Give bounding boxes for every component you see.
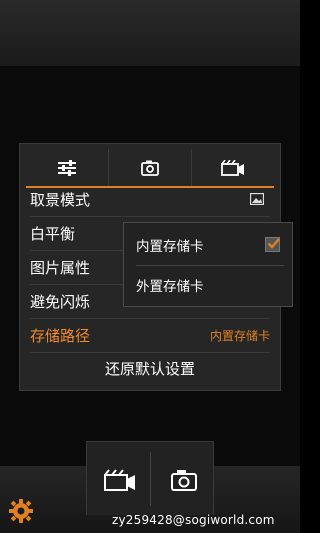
video-camera-icon xyxy=(104,469,135,491)
checkbox-checked-icon[interactable] xyxy=(265,237,280,252)
storage-option-internal[interactable]: 内置存储卡 xyxy=(136,225,284,266)
storage-option-external[interactable]: 外置存储卡 xyxy=(136,265,284,305)
restore-defaults-button[interactable]: 还原默认设置 xyxy=(30,350,270,386)
capture-mode-switcher xyxy=(86,441,214,515)
storage-location-menu: 内置存储卡 外置存储卡 xyxy=(123,222,293,307)
settings-gear-icon[interactable] xyxy=(8,498,34,524)
video-camera-icon xyxy=(221,160,244,176)
setting-label: 取景模式 xyxy=(30,190,91,209)
setting-row-storage-path[interactable]: 存储路径 内置存储卡 xyxy=(30,318,270,353)
top-status-area xyxy=(0,0,300,66)
storage-option-label: 外置存储卡 xyxy=(136,279,204,295)
setting-label: 图片属性 xyxy=(30,258,91,277)
setting-label: 避免闪烁 xyxy=(30,292,91,311)
camera-icon xyxy=(171,470,197,491)
sliders-icon xyxy=(58,160,76,176)
watermark-text: zy259428@sogiworld.com xyxy=(112,513,275,527)
photo-mode-button[interactable] xyxy=(159,460,209,500)
setting-row-scene-mode[interactable]: 取景模式 xyxy=(30,182,270,217)
setting-label: 存储路径 xyxy=(30,326,91,345)
setting-value: 内置存储卡 xyxy=(209,328,270,343)
setting-label: 白平衡 xyxy=(30,224,76,243)
video-mode-button[interactable] xyxy=(95,460,145,500)
camera-icon xyxy=(141,160,159,176)
scene-image-icon xyxy=(250,193,264,205)
mode-divider xyxy=(150,452,151,506)
storage-option-label: 内置存储卡 xyxy=(136,239,204,255)
